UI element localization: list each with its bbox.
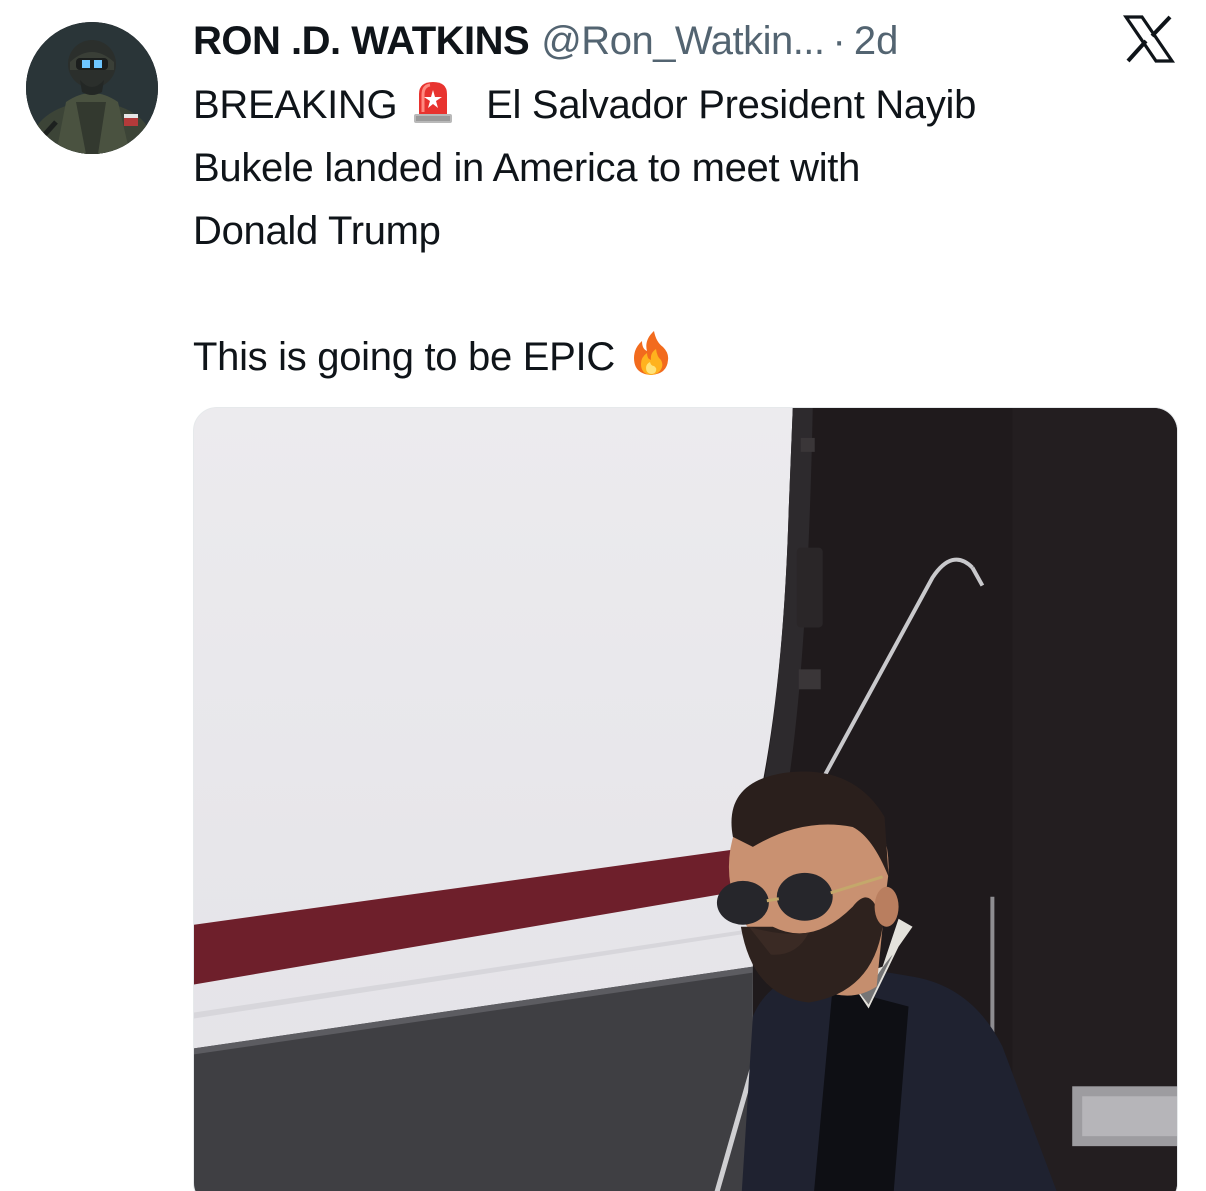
tweet-timestamp[interactable]: 2d bbox=[854, 16, 899, 66]
avatar-soldier-image bbox=[26, 22, 158, 154]
tweet-media-image[interactable] bbox=[193, 407, 1178, 1191]
author-name[interactable]: RON .D. WATKINS bbox=[193, 16, 530, 66]
author-avatar[interactable] bbox=[26, 22, 158, 154]
fire-emoji-icon bbox=[626, 328, 676, 378]
breaking-text: BREAKING bbox=[193, 83, 398, 127]
header-separator: · bbox=[832, 19, 846, 63]
tweet-text: BREAKING El Salvador President Nayib Buk… bbox=[193, 74, 1153, 389]
police-light-emoji-icon bbox=[408, 76, 458, 126]
paragraph-break bbox=[193, 263, 1153, 326]
tweet-line-4: This is going to be EPIC bbox=[193, 326, 1153, 389]
tweet-line-1-text: El Salvador President Nayib bbox=[486, 83, 977, 127]
author-handle[interactable]: @Ron_Watkin... bbox=[541, 16, 825, 66]
tweet-line-3: Donald Trump bbox=[193, 209, 441, 253]
epic-text: This is going to be EPIC bbox=[193, 335, 615, 379]
x-logo-icon[interactable] bbox=[1122, 14, 1176, 64]
tweet-line-1: BREAKING El Salvador President Nayib bbox=[193, 74, 1153, 137]
tweet-header: RON .D. WATKINS @Ron_Watkin... · 2d bbox=[193, 16, 898, 66]
tweet-line-2: Bukele landed in America to meet with bbox=[193, 146, 861, 190]
